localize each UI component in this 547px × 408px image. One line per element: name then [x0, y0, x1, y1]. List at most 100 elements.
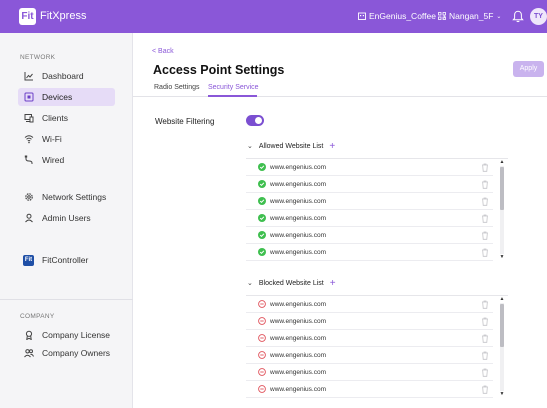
back-link[interactable]: < Back: [152, 48, 174, 55]
blocked-circle-icon: [258, 300, 266, 308]
sidebar-item-label: Company Owners: [42, 348, 111, 358]
chevron-down-icon[interactable]: ⌄: [247, 279, 253, 287]
sidebar-item-admin-users[interactable]: Admin Users: [18, 209, 115, 227]
top-bar: Fit FitXpress EnGenius_Coffee › Nangan_5…: [0, 0, 547, 33]
scroll-thumb[interactable]: [500, 304, 504, 347]
license-icon: [23, 330, 34, 341]
blocked-circle-icon: [258, 317, 266, 325]
add-blocked-icon[interactable]: +: [330, 278, 336, 288]
check-circle-icon: [258, 197, 266, 205]
blocked-circle-icon: [258, 385, 266, 393]
blocked-circle-icon: [258, 368, 266, 376]
tabs-divider: [133, 96, 547, 97]
list-item[interactable]: www.engenius.com: [246, 244, 493, 261]
list-item[interactable]: www.engenius.com: [246, 313, 493, 330]
website-url: www.engenius.com: [270, 385, 326, 393]
trash-icon[interactable]: [481, 163, 489, 172]
scrollbar[interactable]: ▲ ▼: [499, 296, 505, 398]
trash-icon[interactable]: [481, 231, 489, 240]
check-circle-icon: [258, 248, 266, 256]
fitcontroller-icon: Fit: [23, 254, 34, 266]
list-item[interactable]: www.engenius.com: [246, 364, 493, 381]
trash-icon[interactable]: [481, 214, 489, 223]
trash-icon[interactable]: [481, 197, 489, 206]
trash-icon[interactable]: [481, 248, 489, 257]
bell-icon[interactable]: [512, 10, 524, 23]
scroll-thumb[interactable]: [500, 167, 504, 210]
page-title: Access Point Settings: [153, 63, 285, 77]
tab-security-service[interactable]: Security Service: [208, 84, 259, 91]
website-url: www.engenius.com: [270, 180, 326, 188]
sidebar-item-company-owners[interactable]: Company Owners: [18, 344, 115, 362]
list-item[interactable]: www.engenius.com: [246, 176, 493, 193]
trash-icon[interactable]: [481, 334, 489, 343]
sidebar-item-dashboard[interactable]: Dashboard: [18, 67, 115, 85]
check-circle-icon: [258, 163, 266, 171]
website-url: www.engenius.com: [270, 231, 326, 239]
check-circle-icon: [258, 231, 266, 239]
website-filtering-toggle[interactable]: [246, 115, 264, 126]
scroll-up-arrow[interactable]: ▲: [499, 159, 505, 165]
website-url: www.engenius.com: [270, 351, 326, 359]
site-selector[interactable]: Nangan_5F ⌄: [438, 11, 501, 21]
trash-icon[interactable]: [481, 300, 489, 309]
check-circle-icon: [258, 180, 266, 188]
website-url: www.engenius.com: [270, 197, 326, 205]
trash-icon[interactable]: [481, 368, 489, 377]
sidebar-item-wired[interactable]: Wired: [18, 151, 115, 169]
chevron-down-icon: ⌄: [496, 13, 502, 20]
wired-icon: [23, 155, 34, 166]
list-item[interactable]: www.engenius.com: [246, 330, 493, 347]
scroll-up-arrow[interactable]: ▲: [499, 296, 505, 302]
avatar[interactable]: TY: [530, 8, 547, 25]
owners-icon: [23, 348, 34, 359]
add-allowed-icon[interactable]: +: [329, 141, 335, 151]
trash-icon[interactable]: [481, 317, 489, 326]
list-item[interactable]: www.engenius.com: [246, 347, 493, 364]
sidebar-divider: [0, 299, 133, 300]
scroll-down-arrow[interactable]: ▼: [499, 254, 505, 260]
trash-icon[interactable]: [481, 385, 489, 394]
company-section-label: COMPANY: [20, 313, 55, 320]
network-icon: [438, 12, 446, 20]
app-title: FitXpress: [40, 10, 87, 22]
blocked-circle-icon: [258, 351, 266, 359]
sidebar-item-label: Admin Users: [42, 213, 91, 223]
site-name: Nangan_5F: [449, 11, 494, 21]
chevron-down-icon[interactable]: ⌄: [247, 142, 253, 150]
list-item[interactable]: www.engenius.com: [246, 227, 493, 244]
list-item[interactable]: www.engenius.com: [246, 159, 493, 176]
allowed-website-list: www.engenius.com www.engenius.com www.enge…: [246, 158, 508, 261]
website-url: www.engenius.com: [270, 368, 326, 376]
website-url: www.engenius.com: [270, 300, 326, 308]
list-item[interactable]: www.engenius.com: [246, 193, 493, 210]
list-item[interactable]: www.engenius.com: [246, 210, 493, 227]
blocked-circle-icon: [258, 334, 266, 342]
trash-icon[interactable]: [481, 351, 489, 360]
sidebar: NETWORK Dashboard Devices Clients Wi-Fi …: [0, 33, 133, 408]
sidebar-item-clients[interactable]: Clients: [18, 109, 115, 127]
sidebar-item-wifi[interactable]: Wi-Fi: [18, 130, 115, 148]
sidebar-item-network-settings[interactable]: Network Settings: [18, 188, 115, 206]
sidebar-item-company-license[interactable]: Company License: [18, 326, 115, 344]
tab-radio-settings[interactable]: Radio Settings: [154, 84, 200, 91]
apply-button[interactable]: Apply: [513, 61, 544, 77]
network-section-label: NETWORK: [20, 54, 56, 61]
website-url: www.engenius.com: [270, 317, 326, 325]
blocked-website-list: www.engenius.com www.engenius.com www.enge…: [246, 295, 508, 398]
trash-icon[interactable]: [481, 180, 489, 189]
website-url: www.engenius.com: [270, 163, 326, 171]
sidebar-item-fitcontroller[interactable]: Fit FitController: [18, 251, 115, 269]
list-item[interactable]: www.engenius.com: [246, 381, 493, 398]
user-icon: [23, 213, 34, 224]
list-item[interactable]: www.engenius.com: [246, 296, 493, 313]
sidebar-item-label: Dashboard: [42, 71, 84, 81]
allowed-list-title: Allowed Website List: [258, 142, 324, 150]
scrollbar[interactable]: ▲ ▼: [499, 159, 505, 261]
website-url: www.engenius.com: [270, 248, 326, 256]
scroll-down-arrow[interactable]: ▼: [499, 391, 505, 397]
org-selector[interactable]: EnGenius_Coffee ›: [358, 11, 446, 21]
sidebar-item-devices[interactable]: Devices: [18, 88, 115, 106]
blocked-list-header: ⌄ Blocked Website List +: [247, 278, 336, 288]
wifi-icon: [23, 134, 34, 145]
